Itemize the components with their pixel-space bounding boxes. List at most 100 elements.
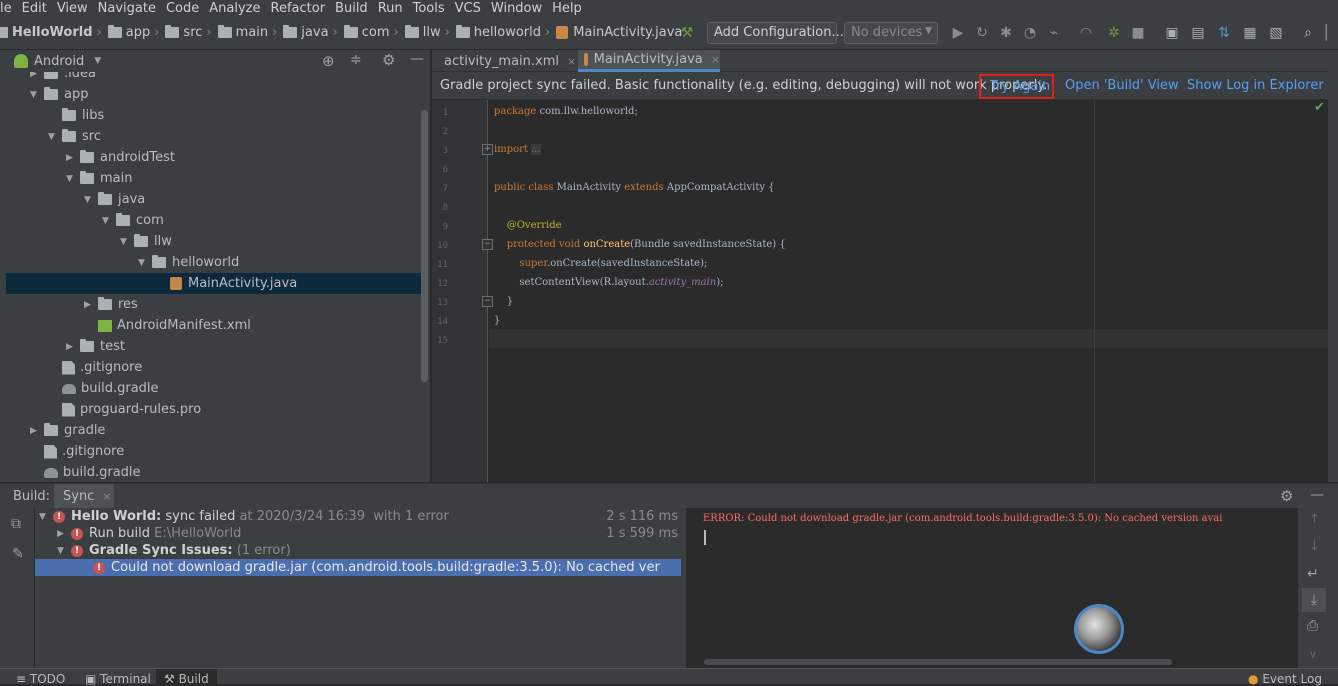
device-selector[interactable]: No devices ▼ <box>844 22 938 44</box>
breadcrumb-item-llw[interactable]: llw › <box>404 25 456 40</box>
tree-node[interactable]: ▶ androidTest <box>6 147 422 168</box>
open-build-view-link[interactable]: Open 'Build' View <box>1065 78 1179 93</box>
tree-node[interactable]: ▶ gradle <box>6 420 422 441</box>
profile-icon[interactable]: ◔ <box>1022 25 1038 41</box>
fold-minus-icon[interactable]: − <box>482 239 493 250</box>
menu-item-le[interactable]: le <box>0 1 12 16</box>
close-icon[interactable]: × <box>567 55 576 68</box>
chevron-down-icon[interactable]: ▼ <box>30 90 44 100</box>
tree-node[interactable]: .gitignore <box>6 357 422 378</box>
collapse-all-icon[interactable]: ≑ <box>350 52 362 68</box>
chevron-right-icon[interactable]: ▶ <box>66 153 80 163</box>
inspection-ok-icon[interactable]: ✔ <box>1314 100 1325 115</box>
fold-plus-icon[interactable]: + <box>482 144 493 155</box>
profiler-icon[interactable]: ◠ <box>1078 25 1094 41</box>
scroll-up-icon[interactable]: ↑ <box>1309 512 1320 527</box>
code-line[interactable]: } <box>494 315 500 326</box>
menu-item-window[interactable]: Window <box>491 1 542 16</box>
device-explorer-icon[interactable]: ▧ <box>1268 25 1284 41</box>
menu-item-tools[interactable]: Tools <box>413 1 445 16</box>
sync-project-icon[interactable]: ▤ <box>1190 25 1206 41</box>
build-row-gradle-sync-issues[interactable]: ▼! Gradle Sync Issues: (1 error) <box>35 542 686 559</box>
build-row-download-error[interactable]: ! Could not download gradle.jar (com.and… <box>35 559 681 576</box>
run-icon[interactable]: ▶ <box>950 25 966 41</box>
try-again-link[interactable]: Try Again <box>979 74 1054 99</box>
add-configuration-button[interactable]: Add Configuration... <box>707 22 844 44</box>
menu-item-navigate[interactable]: Navigate <box>98 1 156 16</box>
tree-node[interactable]: MainActivity.java <box>6 273 422 294</box>
tree-node[interactable]: ▼ llw <box>6 231 422 252</box>
menu-item-edit[interactable]: Edit <box>22 1 47 16</box>
menu-item-run[interactable]: Run <box>378 1 403 16</box>
minimize-icon[interactable]: — <box>410 51 424 67</box>
tree-node[interactable]: ▼ main <box>6 168 422 189</box>
tree-node[interactable]: ▼ app <box>6 84 422 105</box>
hammer-icon[interactable]: ⚒ <box>679 25 695 41</box>
chevron-down-icon[interactable]: ▼ <box>48 132 62 142</box>
tree-node[interactable]: ▼ src <box>6 126 422 147</box>
tree-node[interactable]: libs <box>6 105 422 126</box>
tree-node[interactable]: AndroidManifest.xml <box>6 315 422 336</box>
build-row-run-build[interactable]: ▶! Run build E:\HelloWorld 1 s 599 ms <box>35 525 686 542</box>
scroll-down-icon[interactable]: ∨ <box>1309 648 1317 661</box>
breadcrumb-item-java[interactable]: java › <box>283 25 343 40</box>
search-icon[interactable]: ⌕ <box>1300 25 1316 41</box>
print-icon[interactable]: ⎙ <box>1307 618 1318 634</box>
tree-node[interactable]: build.gradle <box>6 462 422 482</box>
menu-item-analyze[interactable]: Analyze <box>209 1 260 16</box>
code-line[interactable]: super.onCreate(savedInstanceState); <box>494 258 707 269</box>
tree-node[interactable]: .gitignore <box>6 441 422 462</box>
tree-node[interactable]: ▼ java <box>6 189 422 210</box>
chevron-right-icon[interactable]: ▶ <box>84 300 98 310</box>
avatar[interactable] <box>1074 604 1124 654</box>
chevron-down-icon[interactable]: ▼ <box>66 174 80 184</box>
breadcrumb-item-com[interactable]: com › <box>343 25 405 40</box>
menu-item-help[interactable]: Help <box>552 1 582 16</box>
code-line[interactable]: public class MainActivity extends AppCom… <box>494 182 775 193</box>
chevron-right-icon[interactable]: ▶ <box>66 342 80 352</box>
code-line[interactable]: protected void onCreate(Bundle savedInst… <box>494 239 786 250</box>
build-console[interactable]: ERROR: Could not download gradle.jar (co… <box>688 508 1298 668</box>
more-icon[interactable]: ▏ <box>1324 25 1338 41</box>
stop-icon[interactable]: ■ <box>1130 25 1146 41</box>
code-line[interactable]: } <box>494 296 513 307</box>
chevron-right-icon[interactable]: ▶ <box>30 426 44 436</box>
breadcrumb-item-app[interactable]: app › <box>107 25 166 40</box>
chevron-down-icon[interactable]: ▼ <box>84 195 98 205</box>
debug-icon[interactable]: ✱ <box>998 25 1014 41</box>
close-icon[interactable]: × <box>711 53 720 66</box>
breadcrumb-project[interactable]: HelloWorld <box>12 25 93 40</box>
debug-attach-icon[interactable]: ✲ <box>1106 25 1122 41</box>
tab-activity-main-xml[interactable]: activity_main.xml × <box>432 50 576 72</box>
code-line[interactable]: setContentView(R.layout.activity_main); <box>494 277 723 288</box>
close-icon[interactable]: × <box>102 490 111 503</box>
chevron-right-icon[interactable]: ▶ <box>30 72 44 79</box>
project-structure-icon[interactable]: ▣ <box>1164 25 1180 41</box>
code-line[interactable]: @Override <box>494 220 562 231</box>
menu-item-view[interactable]: View <box>57 1 88 16</box>
locate-icon[interactable]: ⊕ <box>322 52 335 70</box>
menu-item-refactor[interactable]: Refactor <box>271 1 326 16</box>
chevron-down-icon[interactable]: ▼ <box>102 216 116 226</box>
breadcrumb-file[interactable]: MainActivity.java <box>573 25 682 40</box>
menu-item-build[interactable]: Build <box>335 1 368 16</box>
gear-icon[interactable]: ⚙ <box>1280 487 1293 505</box>
attach-debugger-icon[interactable]: ⌁ <box>1046 25 1062 41</box>
code-line[interactable]: package com.llw.helloworld; <box>494 106 638 117</box>
breadcrumb-item-src[interactable]: src › <box>165 25 217 40</box>
soft-wrap-icon[interactable]: ↵ <box>1307 566 1319 582</box>
chevron-down-icon[interactable]: ▼ <box>120 237 134 247</box>
tree-node[interactable]: ▶ res <box>6 294 422 315</box>
show-log-in-explorer-link[interactable]: Show Log in Explorer <box>1187 78 1324 93</box>
apply-changes-icon[interactable]: ↻ <box>974 25 990 41</box>
code-line[interactable]: import ... <box>494 144 541 155</box>
tree-node[interactable]: ▼ helloworld <box>6 252 422 273</box>
tree-node[interactable]: ▶ .idea <box>6 72 422 84</box>
pin-icon[interactable]: ✎ <box>12 546 24 562</box>
tree-node[interactable]: ▶ test <box>6 336 422 357</box>
fold-minus-icon[interactable]: − <box>482 296 493 307</box>
tree-node[interactable]: build.gradle <box>6 378 422 399</box>
breadcrumb-item-helloworld[interactable]: helloworld › <box>455 25 556 40</box>
console-horizontal-scrollbar[interactable] <box>704 659 1172 665</box>
menu-item-code[interactable]: Code <box>166 1 199 16</box>
